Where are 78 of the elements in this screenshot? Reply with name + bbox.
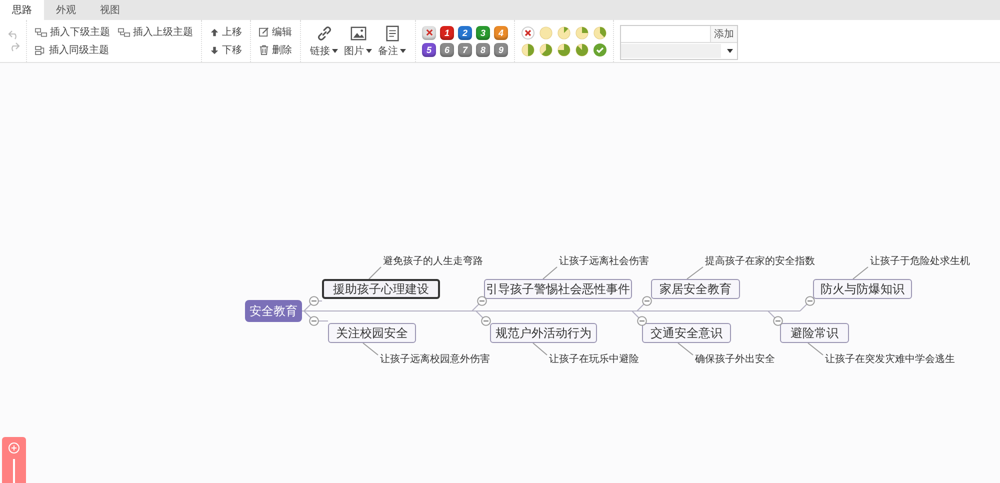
collapse-icon[interactable] [477,296,487,306]
leader-line [542,266,558,280]
collapse-icon[interactable] [642,296,652,306]
edit-button[interactable]: 编辑 [257,24,294,40]
topic-node[interactable]: 家居安全教育 [651,279,740,299]
collapse-icon[interactable] [309,296,319,306]
subtopic-text[interactable]: 确保孩子外出安全 [695,354,775,366]
subtopic-text[interactable]: 提高孩子在家的安全指数 [705,256,815,268]
delete-button[interactable]: 删除 [257,42,294,58]
topic-node[interactable]: 关注校园安全 [328,323,416,343]
collapse-icon[interactable] [637,316,647,326]
link-button[interactable]: 链接 [307,24,341,58]
topic-node[interactable]: 援助孩子心理建设 [322,279,440,299]
caret-icon [366,48,372,52]
root-topic[interactable]: 安全教育 [245,300,302,322]
cross-icon [426,29,432,36]
collapse-icon[interactable] [773,316,783,326]
add-button[interactable]: 添加 [710,26,737,42]
up-arrow-icon [210,28,219,36]
clear-priority-button[interactable] [422,26,436,40]
tab[interactable]: 思路 [0,0,44,20]
progress-pie-icon[interactable] [557,42,571,56]
topic-node[interactable]: 避险常识 [780,323,849,343]
move-button[interactable]: 上移 [208,24,244,40]
tab[interactable]: 外观 [44,0,88,20]
topic-node[interactable]: 交通安全意识 [642,323,731,343]
priority-button[interactable]: 1 [440,26,454,40]
leader-line [808,342,824,356]
insert-topic-button[interactable]: 插入上级主题 [116,24,195,40]
child-topic-icon [35,28,47,36]
topic-node[interactable]: 防火与防爆知识 [813,279,912,299]
collapse-icon[interactable] [805,296,815,306]
tab[interactable]: 视图 [88,0,132,20]
image-button[interactable]: 图片 [341,24,375,58]
progress-pie-icon[interactable] [575,42,589,56]
dropdown-caret-icon[interactable] [727,49,733,53]
insert-topic-button[interactable]: 插入下级主题 [33,24,112,40]
subtopic-text[interactable]: 让孩子于危险处求生机 [870,256,970,268]
leader-line [368,266,382,280]
leader-line [678,342,694,356]
progress-pie-icon[interactable] [521,42,535,56]
subtopic-text[interactable]: 避免孩子的人生走弯路 [383,256,483,268]
subtopic-text[interactable]: 让孩子远离校园意外伤害 [380,354,490,366]
leader-line [362,342,378,356]
leader-line [852,266,868,280]
trash-icon [259,45,269,55]
leader-line [686,266,704,280]
progress-pie-icon[interactable] [593,26,607,40]
collapse-icon[interactable] [309,316,319,326]
caret-icon [332,48,338,52]
pencil-icon [259,27,269,37]
image-icon [350,24,366,42]
note-button[interactable]: 备注 [375,24,409,58]
done-check-icon[interactable] [593,42,607,56]
priority-button[interactable]: 5 [422,42,436,56]
note-icon [384,24,400,42]
insert-topic-button[interactable]: 插入同级主题 [33,42,111,58]
subtopic-text[interactable]: 让孩子在突发灾难中学会逃生 [825,354,955,366]
leader-line [532,342,548,356]
down-arrow-icon [210,46,219,54]
subtopic-text[interactable]: 让孩子远离社会伤害 [559,256,649,268]
priority-button[interactable]: 2 [458,26,472,40]
progress-pie-icon[interactable] [575,26,589,40]
parent-topic-icon [118,28,130,36]
subtopic-text[interactable]: 让孩子在玩乐中避险 [549,354,639,366]
topic-node[interactable]: 规范户外活动行为 [490,323,597,343]
move-button[interactable]: 下移 [208,42,244,58]
priority-button[interactable]: 3 [476,26,490,40]
link-icon [316,24,332,42]
topic-node[interactable]: 引导孩子警惕社会恶性事件 [484,279,632,299]
progress-pie-icon[interactable] [539,42,553,56]
caret-icon [400,48,406,52]
progress-pie-icon[interactable] [557,26,571,40]
sibling-topic-icon [35,46,46,54]
horizontal-scrollbar[interactable] [621,44,721,58]
zoom-in-icon[interactable] [8,442,20,454]
clear-progress-icon[interactable] [521,26,535,40]
collapse-icon[interactable] [481,316,491,326]
